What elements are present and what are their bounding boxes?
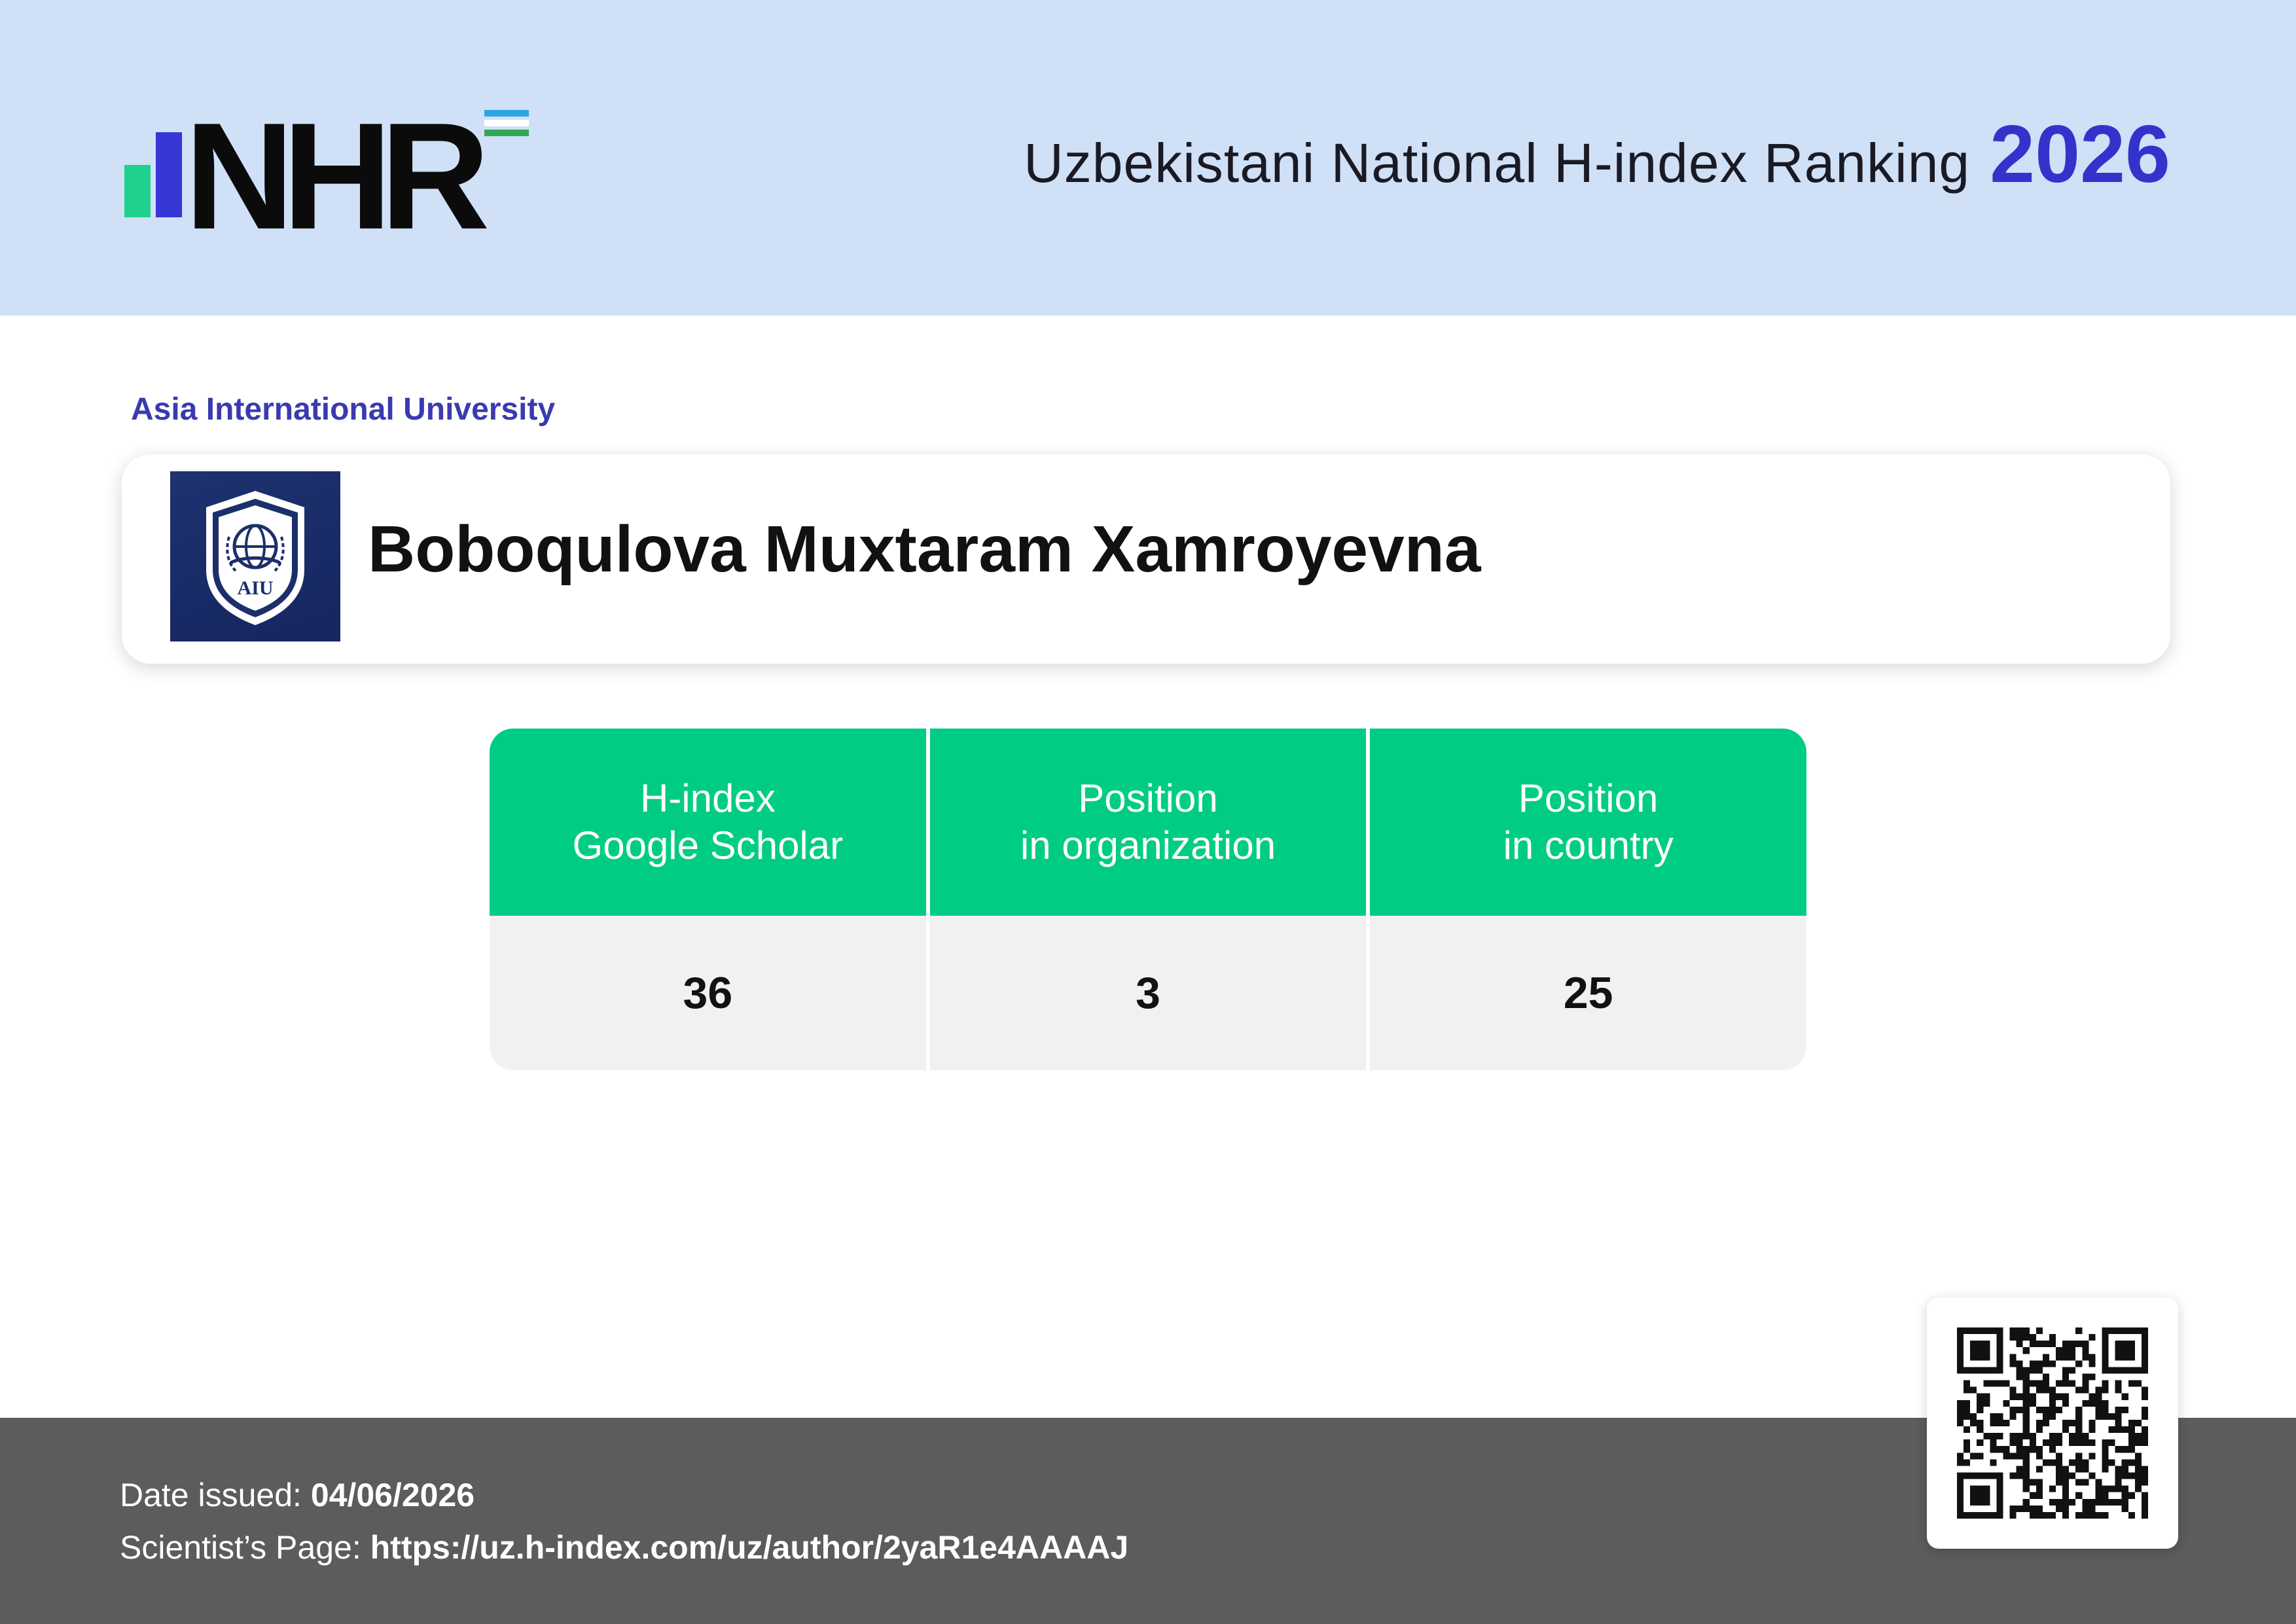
scientist-page-link[interactable]: https://uz.h-index.com/uz/author/2yaR1e4… [370, 1529, 1129, 1566]
scientist-card: AIU Boboqulova Muxtaram Xamroyevna [122, 454, 2170, 664]
date-issued-value: 04/06/2026 [310, 1477, 475, 1513]
organization-name: Asia International University [131, 392, 556, 427]
stats-value-hindex: 36 [490, 916, 926, 1070]
date-issued: Date issued: 04/06/2026 [120, 1476, 475, 1514]
qr-code-card[interactable] [1927, 1297, 2178, 1549]
qr-code-icon [1957, 1327, 2148, 1519]
header-banner: NHR Uzbekistani National H-index Ranking… [0, 0, 2296, 316]
nhr-logo: NHR [124, 101, 543, 253]
stats-value-org-position: 3 [929, 916, 1367, 1070]
stats-header-hindex: H-index Google Scholar [490, 729, 926, 916]
scientist-page: Scientist’s Page: https://uz.h-index.com… [120, 1528, 1128, 1566]
stats-header-line2: Google Scholar [572, 823, 844, 867]
stats-value-country-position: 25 [1370, 916, 1806, 1070]
ranking-title-text: Uzbekistani National H-index Ranking [1024, 132, 1971, 194]
stats-header-line2: in organization [1020, 823, 1276, 867]
university-logo-text: AIU [237, 577, 273, 599]
ranking-title: Uzbekistani National H-index Ranking 202… [1024, 108, 2170, 201]
ranking-year: 2026 [1990, 109, 2170, 200]
stats-header-line1: H-index [639, 776, 776, 820]
logo-bar-green [124, 165, 151, 217]
scientist-page-label: Scientist’s Page: [120, 1529, 361, 1566]
logo-bar-blue [156, 132, 182, 217]
stats-table: H-index Google Scholar Position in organ… [490, 729, 1806, 1070]
uzbekistan-flag-icon [484, 110, 529, 139]
stats-header-line1: Position [1518, 776, 1659, 820]
stats-header-org-position: Position in organization [929, 729, 1367, 916]
date-issued-label: Date issued: [120, 1477, 302, 1513]
logo-text: NHR [185, 92, 490, 261]
scientist-name: Boboqulova Muxtaram Xamroyevna [368, 513, 1481, 586]
stats-header-line1: Position [1078, 776, 1218, 820]
university-crest-icon: AIU [170, 471, 340, 641]
stats-header-country-position: Position in country [1370, 729, 1806, 916]
stats-header-line2: in country [1503, 823, 1674, 867]
